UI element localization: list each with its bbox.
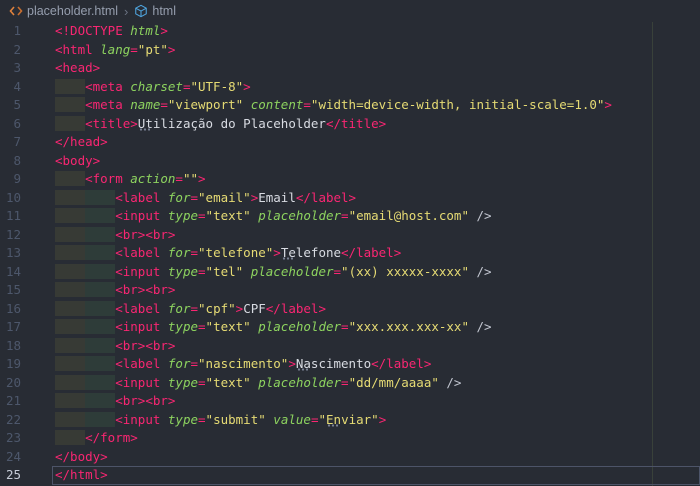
code-line-3[interactable]: 3 <head>	[0, 59, 700, 78]
line-content[interactable]: <head>	[52, 59, 700, 78]
line-number: 14	[5, 263, 21, 279]
line-content[interactable]: <title>Utilização do Placeholder</title>	[52, 115, 700, 134]
line-number: 21	[5, 393, 21, 408]
code-line-8[interactable]: 8 <body>	[0, 152, 700, 171]
line-number: 16	[5, 300, 21, 316]
line-content[interactable]: </html>	[52, 466, 700, 485]
line-number: 19	[5, 356, 21, 371]
code-line-11[interactable]: 11 <input type="text" placeholder="email…	[0, 207, 700, 226]
line-content[interactable]: <body>	[52, 152, 700, 171]
line-number: 24	[5, 448, 21, 464]
line-content[interactable]: <input type="tel" placeholder="(xx) xxxx…	[52, 263, 700, 282]
line-content[interactable]: <meta charset="UTF-8">	[52, 78, 700, 97]
code-line-20[interactable]: 20 <input type="text" placeholder="dd/mm…	[0, 374, 700, 393]
line-number: 12	[5, 226, 21, 242]
line-number: 11	[5, 208, 21, 223]
line-number: 13	[5, 245, 21, 260]
line-content[interactable]: <html lang="pt">	[52, 41, 700, 60]
line-content[interactable]: <label for="email">Email</label>	[52, 189, 700, 208]
line-number: 17	[5, 319, 21, 334]
code-line-13[interactable]: 13 <label for="telefone">Telefone</label…	[0, 244, 700, 263]
code-line-15[interactable]: 15 <br><br>	[0, 281, 700, 300]
line-number: 22	[5, 411, 21, 427]
code-line-21[interactable]: 21 <br><br>	[0, 392, 700, 411]
line-number: 3	[13, 60, 21, 75]
line-content[interactable]: </head>	[52, 133, 700, 152]
code-area: 1 <!DOCTYPE html> 2 <html lang="pt"> 3 <head>…	[0, 22, 700, 485]
breadcrumb-separator: ›	[124, 3, 129, 19]
line-content[interactable]: <br><br>	[52, 337, 700, 356]
line-content[interactable]: <!DOCTYPE html>	[52, 22, 700, 41]
code-editor[interactable]: 1 <!DOCTYPE html> 2 <html lang="pt"> 3 <head>…	[0, 22, 700, 486]
code-line-1[interactable]: 1 <!DOCTYPE html>	[0, 22, 700, 41]
code-line-22[interactable]: 22 <input type="submit" value="Enviar">	[0, 411, 700, 430]
code-line-16[interactable]: 16 <label for="cpf">CPF</label>	[0, 300, 700, 319]
line-number: 2	[13, 41, 21, 57]
line-content[interactable]: <input type="submit" value="Enviar">	[52, 411, 700, 430]
line-content[interactable]: <br><br>	[52, 281, 700, 300]
line-number: 18	[5, 337, 21, 353]
line-number: 6	[13, 115, 21, 131]
code-line-23[interactable]: 23 </form>	[0, 429, 700, 448]
line-content[interactable]: <input type="text" placeholder="email@ho…	[52, 207, 700, 226]
line-content[interactable]: <input type="text" placeholder="xxx.xxx.…	[52, 318, 700, 337]
line-content[interactable]: <input type="text" placeholder="dd/mm/aa…	[52, 374, 700, 393]
line-number: 10	[5, 189, 21, 205]
line-content[interactable]: <br><br>	[52, 392, 700, 411]
line-number: 15	[5, 282, 21, 297]
code-line-25[interactable]: 25 </html>	[0, 466, 700, 485]
code-line-17[interactable]: 17 <input type="text" placeholder="xxx.x…	[0, 318, 700, 337]
line-content[interactable]: <label for="cpf">CPF</label>	[52, 300, 700, 319]
code-line-12[interactable]: 12 <br><br>	[0, 226, 700, 245]
code-line-4[interactable]: 4 <meta charset="UTF-8">	[0, 78, 700, 97]
code-line-19[interactable]: 19 <label for="nascimento">Nascimento</l…	[0, 355, 700, 374]
line-number: 9	[13, 171, 21, 186]
code-line-2[interactable]: 2 <html lang="pt">	[0, 41, 700, 60]
breadcrumb-symbol-label: html	[152, 4, 176, 18]
html-file-icon	[9, 5, 23, 17]
breadcrumb-symbol[interactable]: html	[131, 4, 179, 18]
code-line-6[interactable]: 6 <title>Utilização do Placeholder</titl…	[0, 115, 700, 134]
line-content[interactable]: <form action="">	[52, 170, 700, 189]
code-line-7[interactable]: 7 </head>	[0, 133, 700, 152]
code-line-18[interactable]: 18 <br><br>	[0, 337, 700, 356]
line-number: 4	[13, 78, 21, 94]
line-number: 1	[13, 23, 21, 38]
line-number: 25	[5, 467, 21, 482]
line-number: 20	[5, 374, 21, 390]
breadcrumb-file-label: placeholder.html	[27, 4, 119, 18]
line-content[interactable]: <label for="nascimento">Nascimento</labe…	[52, 355, 700, 374]
breadcrumb: placeholder.html › html	[0, 0, 700, 22]
code-line-10[interactable]: 10 <label for="email">Email</label>	[0, 189, 700, 208]
line-number: 5	[13, 97, 21, 112]
code-line-5[interactable]: 5 <meta name="viewport" content="width=d…	[0, 96, 700, 115]
line-content[interactable]: </form>	[52, 429, 700, 448]
breadcrumb-file[interactable]: placeholder.html	[6, 4, 121, 18]
code-line-9[interactable]: 9 <form action="">	[0, 170, 700, 189]
line-number: 23	[5, 430, 21, 445]
symbol-cube-icon	[134, 4, 148, 18]
code-line-24[interactable]: 24 </body>	[0, 448, 700, 467]
line-content[interactable]: </body>	[52, 448, 700, 467]
line-content[interactable]: <label for="telefone">Telefone</label>	[52, 244, 700, 263]
line-number: 8	[13, 152, 21, 168]
line-number: 7	[13, 134, 21, 149]
line-content[interactable]: <br><br>	[52, 226, 700, 245]
line-content[interactable]: <meta name="viewport" content="width=dev…	[52, 96, 700, 115]
code-line-14[interactable]: 14 <input type="tel" placeholder="(xx) x…	[0, 263, 700, 282]
